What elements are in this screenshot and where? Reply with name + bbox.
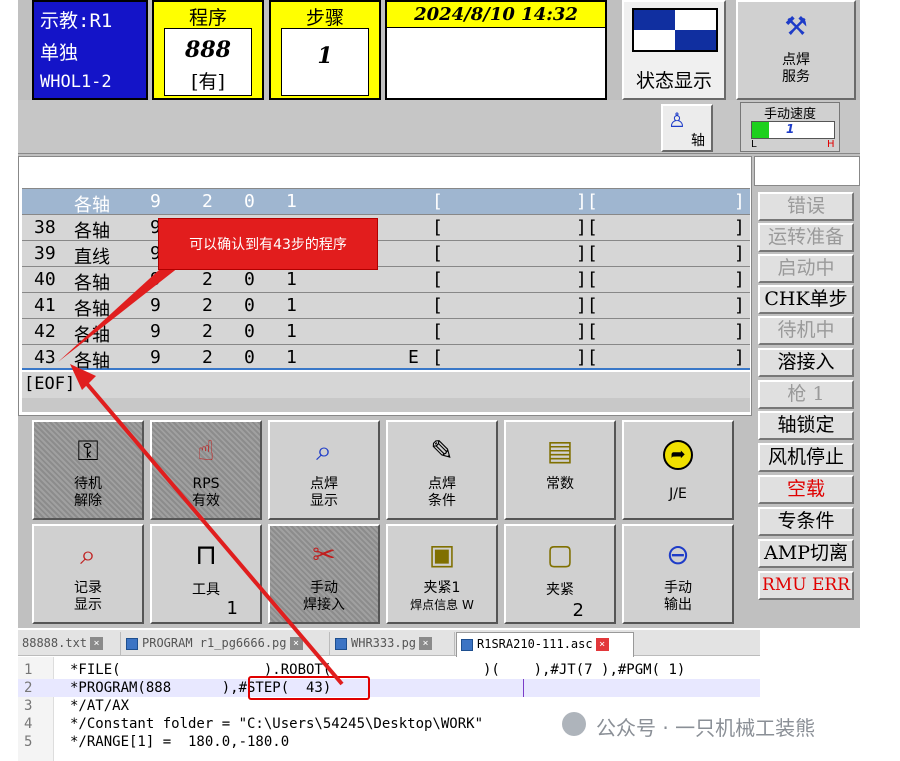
annotation-overlay — [58, 260, 344, 686]
callout-box: 可以确认到有43步的程序 — [158, 218, 378, 270]
wechat-icon — [562, 712, 586, 736]
callout-pointer — [58, 260, 188, 362]
annotation-arrow-line — [80, 376, 344, 686]
arrowhead-icon — [70, 364, 96, 390]
watermark-text: 公众号 · 一只机械工装熊 — [596, 716, 816, 740]
